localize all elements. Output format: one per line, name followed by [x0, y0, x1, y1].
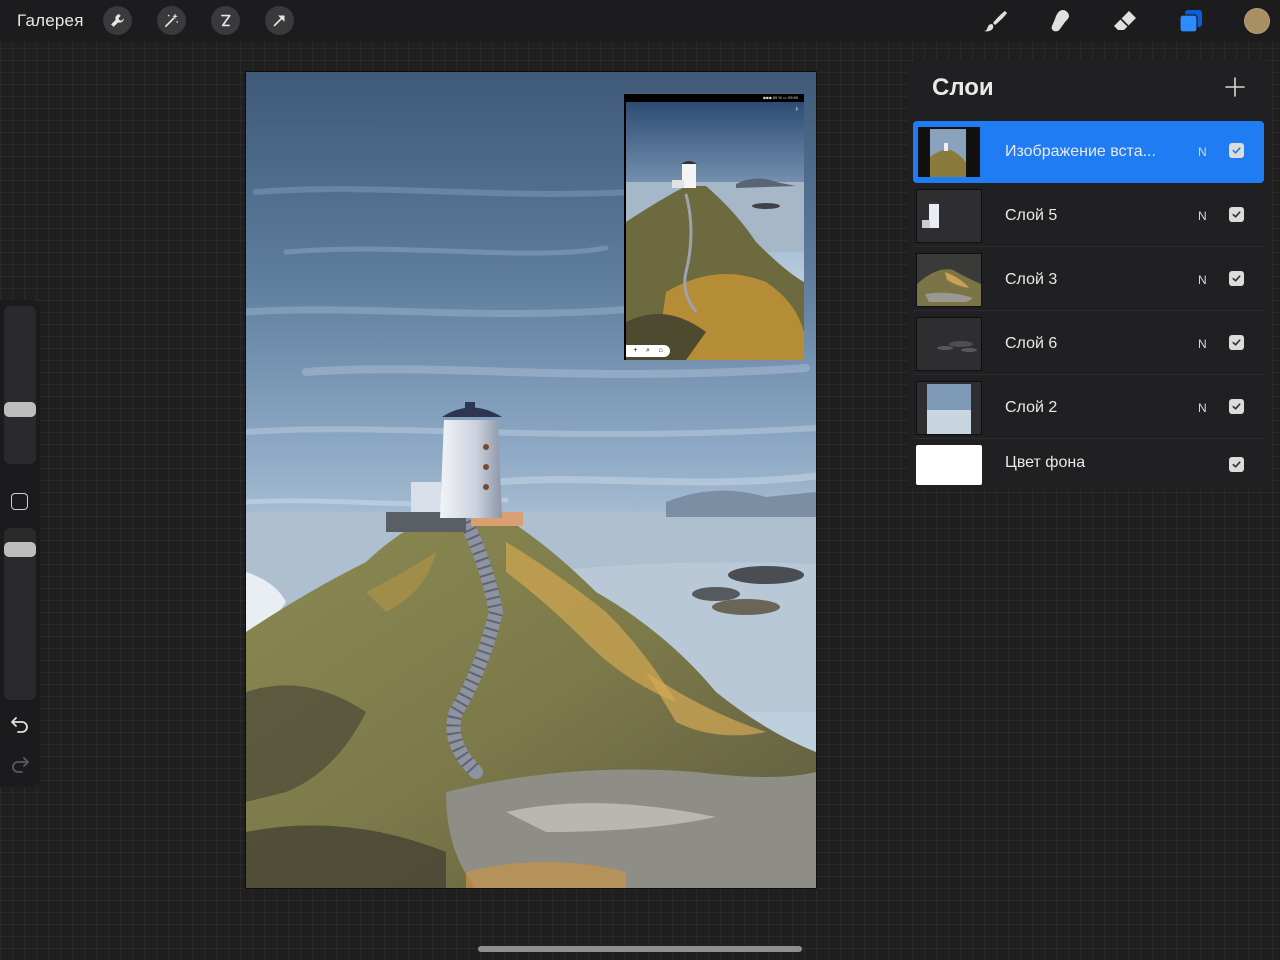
layer-row[interactable]: Слой 3 N: [913, 249, 1264, 311]
magic-wand-icon[interactable]: [157, 6, 186, 35]
top-toolbar: Галерея: [0, 0, 1280, 42]
blend-mode-button[interactable]: N: [1198, 337, 1207, 351]
reference-image-window[interactable]: ◾◾◾ 85 % ▭ 09:59 › + ⌕ ⌂: [624, 94, 804, 360]
background-color-row[interactable]: Цвет фона: [913, 441, 1264, 489]
color-picker-swatch[interactable]: [1244, 8, 1270, 34]
reference-search-icon[interactable]: ⌕: [646, 345, 650, 357]
layers-icon[interactable]: [1176, 6, 1206, 36]
brush-size-slider[interactable]: [4, 306, 36, 464]
background-color-swatch: [916, 445, 982, 485]
layer-thumbnail: [916, 253, 982, 307]
layer-visibility-checkbox[interactable]: [1229, 335, 1244, 350]
layer-visibility-checkbox[interactable]: [1229, 457, 1244, 472]
undo-icon[interactable]: [10, 714, 30, 734]
reference-back-chevron[interactable]: ›: [795, 104, 798, 113]
eraser-icon[interactable]: [1110, 6, 1140, 36]
modify-button[interactable]: [11, 493, 28, 510]
layer-name: Слой 3: [1005, 271, 1058, 288]
layer-thumbnail: [916, 381, 982, 435]
gallery-button[interactable]: Галерея: [17, 11, 84, 31]
redo-icon[interactable]: [10, 754, 30, 774]
layer-name: Цвет фона: [1005, 454, 1086, 471]
transform-arrow-icon[interactable]: [265, 6, 294, 35]
opacity-thumb[interactable]: [4, 542, 36, 557]
layer-visibility-checkbox[interactable]: [1229, 143, 1244, 158]
layer-name: Слой 5: [1005, 207, 1058, 224]
layer-visibility-checkbox[interactable]: [1229, 271, 1244, 286]
reference-status-bar: ◾◾◾ 85 % ▭ 09:59: [762, 95, 798, 100]
layer-row[interactable]: Слой 5 N: [913, 185, 1264, 247]
blend-mode-button[interactable]: N: [1198, 401, 1207, 415]
layer-visibility-checkbox[interactable]: [1229, 207, 1244, 222]
left-sidebar: [0, 300, 40, 787]
layer-row[interactable]: Слой 6 N: [913, 313, 1264, 375]
selection-icon[interactable]: [211, 6, 240, 35]
layer-row[interactable]: Изображение вста... N: [913, 121, 1264, 183]
layer-row[interactable]: Слой 2 N: [913, 377, 1264, 439]
reference-nav-bar: + ⌕ ⌂: [626, 345, 670, 357]
blend-mode-button[interactable]: N: [1198, 273, 1207, 287]
reference-photo: [626, 102, 804, 360]
brush-icon[interactable]: [980, 6, 1010, 36]
reference-home-icon[interactable]: ⌂: [658, 345, 662, 357]
add-layer-plus-icon[interactable]: [1224, 76, 1246, 98]
layer-name: Изображение вста...: [1005, 143, 1156, 160]
layers-title: Слои: [932, 74, 994, 101]
smudge-icon[interactable]: [1045, 6, 1075, 36]
brush-size-thumb[interactable]: [4, 402, 36, 417]
layer-thumbnail: [916, 125, 982, 179]
blend-mode-button[interactable]: N: [1198, 209, 1207, 223]
layer-thumbnail: [916, 317, 982, 371]
layer-thumbnail: [916, 189, 982, 243]
home-indicator[interactable]: [478, 946, 802, 952]
drawing-canvas[interactable]: ◾◾◾ 85 % ▭ 09:59 › + ⌕ ⌂: [246, 72, 816, 888]
wrench-icon[interactable]: [103, 6, 132, 35]
layer-name: Слой 2: [1005, 399, 1058, 416]
layer-name: Слой 6: [1005, 335, 1058, 352]
layers-panel: Слои Изображение вста... N Слой 5 N Слой…: [908, 60, 1272, 490]
layer-visibility-checkbox[interactable]: [1229, 399, 1244, 414]
reference-add-icon[interactable]: +: [633, 345, 637, 357]
blend-mode-button[interactable]: N: [1198, 145, 1207, 159]
